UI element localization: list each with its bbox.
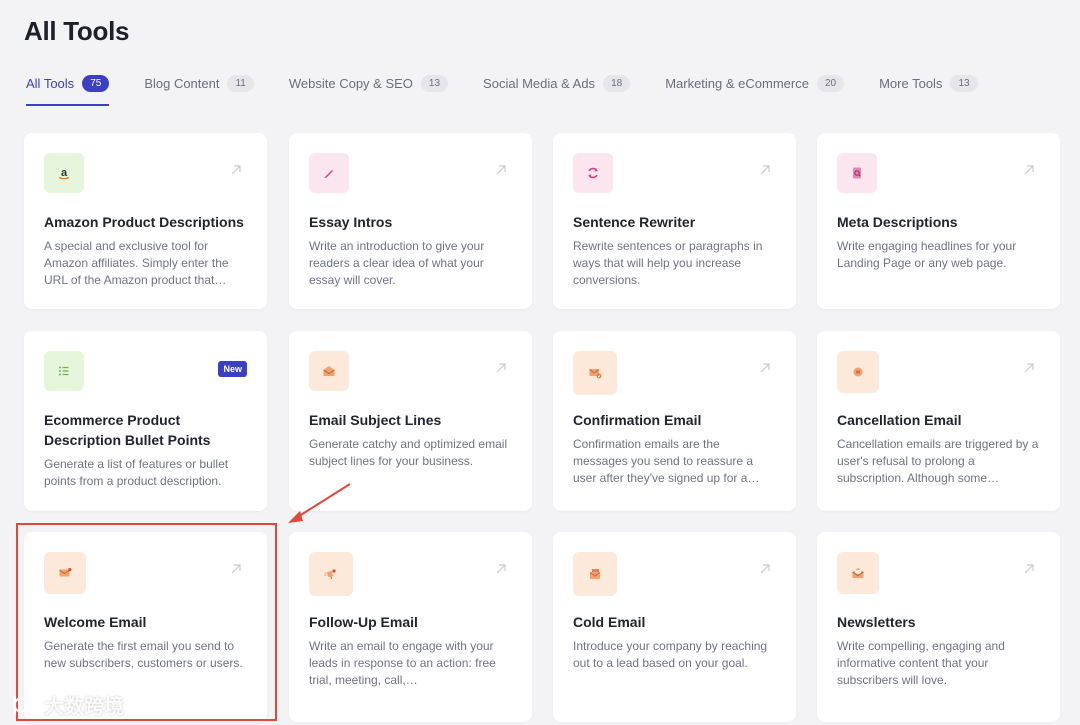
arrow-up-right-icon	[231, 165, 241, 175]
card-title: Ecommerce Product Description Bullet Poi…	[44, 412, 211, 448]
tab-website-copy-seo[interactable]: Website Copy & SEO 13	[288, 70, 449, 96]
search-doc-icon	[837, 153, 877, 193]
arrow-up-right-icon	[1024, 363, 1034, 373]
list-icon	[44, 351, 84, 391]
tab-label: More Tools	[879, 75, 943, 91]
open-envelope-icon	[309, 351, 349, 391]
tab-count-badge: 11	[227, 74, 254, 92]
card-description: Generate the first email you send to new…	[44, 639, 243, 670]
tab-count-badge: 18	[603, 74, 631, 92]
card-title: Essay Intros	[309, 214, 393, 230]
tab-count-badge: 13	[950, 74, 978, 92]
tab-blog-content[interactable]: Blog Content 11	[144, 70, 254, 96]
card-description: A special and exclusive tool for Amazon …	[44, 239, 229, 287]
tab-label: All Tools	[26, 75, 75, 91]
card-description: Write engaging headlines for your Landin…	[837, 239, 1017, 270]
tool-card-follow-up-email[interactable]: Follow-Up Email Write an email to engage…	[289, 532, 532, 722]
svg-text:a: a	[61, 167, 68, 179]
tab-label: Website Copy & SEO	[288, 75, 413, 91]
card-title: Cancellation Email	[837, 412, 962, 428]
tab-marketing-ecommerce[interactable]: Marketing & eCommerce 20	[665, 70, 845, 96]
card-title: Sentence Rewriter	[573, 214, 696, 230]
cancel-icon	[837, 351, 879, 393]
tool-card-confirmation-email[interactable]: Confirmation Email Confirmation emails a…	[553, 331, 796, 511]
tab-label: Marketing & eCommerce	[665, 75, 809, 91]
tab-count-badge: 20	[816, 74, 845, 92]
new-badge: New	[218, 361, 247, 377]
card-title: Email Subject Lines	[309, 412, 442, 428]
envelope-stack-icon	[573, 552, 617, 596]
tool-card-cancellation-email[interactable]: Cancellation Email Cancellation emails a…	[817, 331, 1060, 511]
watermark-text: 大数跨境	[44, 694, 124, 718]
arrow-up-right-icon	[760, 564, 770, 574]
tool-card-newsletters[interactable]: Newsletters Write compelling, engaging a…	[817, 532, 1060, 722]
tool-card-essay-intros[interactable]: Essay Intros Write an introduction to gi…	[289, 133, 532, 309]
tool-card-ecommerce-bullet-points[interactable]: New Ecommerce Product Description Bullet…	[24, 331, 267, 511]
refresh-icon	[573, 153, 613, 193]
card-description: Generate a list of features or bullet po…	[44, 457, 229, 488]
card-description: Introduce your company by reaching out t…	[573, 639, 768, 670]
card-title: Meta Descriptions	[837, 214, 958, 230]
arrow-up-right-icon	[231, 564, 241, 574]
tab-label: Social Media & Ads	[483, 75, 596, 91]
arrow-up-right-icon	[496, 564, 506, 574]
tab-social-media-ads[interactable]: Social Media & Ads 18	[483, 70, 631, 96]
arrow-up-right-icon	[1024, 564, 1034, 574]
tab-count-badge: 75	[82, 74, 110, 92]
card-description: Confirmation emails are the messages you…	[573, 437, 760, 485]
newsletter-icon	[837, 552, 879, 594]
card-description: Cancellation emails are triggered by a u…	[837, 437, 1039, 485]
tab-more-tools[interactable]: More Tools 13	[879, 70, 978, 96]
envelope-check-icon	[573, 351, 617, 395]
card-title: Welcome Email	[44, 614, 147, 630]
card-title: Cold Email	[573, 614, 646, 630]
pen-icon	[309, 153, 349, 193]
tool-card-amazon-product-descriptions[interactable]: a Amazon Product Descriptions A special …	[24, 133, 267, 309]
arrow-up-right-icon	[1024, 165, 1034, 175]
card-description: Generate catchy and optimized email subj…	[309, 437, 508, 468]
arrow-up-right-icon	[760, 165, 770, 175]
card-title: Confirmation Email	[573, 412, 702, 428]
tab-label: Blog Content	[144, 75, 220, 91]
card-description: Rewrite sentences or paragraphs in ways …	[573, 239, 763, 287]
arrow-up-right-icon	[496, 165, 506, 175]
envelope-fast-icon	[309, 552, 353, 596]
tool-card-meta-descriptions[interactable]: Meta Descriptions Write engaging headlin…	[817, 133, 1060, 309]
tool-card-cold-email[interactable]: Cold Email Introduce your company by rea…	[553, 532, 796, 722]
tool-card-email-subject-lines[interactable]: Email Subject Lines Generate catchy and …	[289, 331, 532, 511]
category-tabs: All Tools 75 Blog Content 11 Website Cop…	[26, 70, 1060, 108]
arrow-up-right-icon	[496, 363, 506, 373]
card-title: Follow-Up Email	[309, 614, 418, 630]
tab-all-tools[interactable]: All Tools 75	[26, 70, 110, 106]
tool-card-sentence-rewriter[interactable]: Sentence Rewriter Rewrite sentences or p…	[553, 133, 796, 309]
card-description: Write an introduction to give your reade…	[309, 239, 485, 287]
page-title: All Tools	[24, 16, 130, 46]
envelope-dot-icon	[44, 552, 86, 594]
watermark: 大数跨境	[12, 690, 124, 719]
watermark-logo-icon	[13, 695, 35, 714]
amazon-icon: a	[44, 153, 84, 193]
arrow-up-right-icon	[760, 363, 770, 373]
card-description: Write compelling, engaging and informati…	[837, 639, 1005, 687]
tab-count-badge: 13	[420, 74, 449, 92]
card-title: Newsletters	[837, 614, 916, 630]
card-title: Amazon Product Descriptions	[44, 214, 244, 230]
card-description: Write an email to engage with your leads…	[309, 639, 496, 687]
